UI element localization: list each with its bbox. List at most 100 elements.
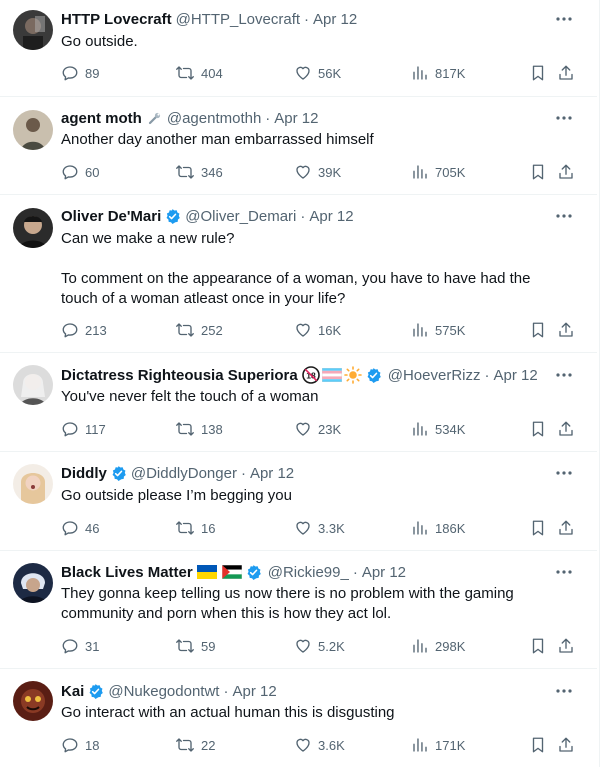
tweet[interactable]: agent moth @agentmothh · Apr 12 Another … (0, 97, 597, 195)
tweet-date[interactable]: Apr 12 (313, 11, 357, 28)
views-button[interactable]: 817K (411, 64, 465, 82)
share-button[interactable] (557, 637, 581, 655)
repost-button[interactable]: 252 (175, 321, 223, 339)
repost-button[interactable]: 59 (175, 637, 215, 655)
user-handle[interactable]: @DiddlyDonger (131, 465, 237, 482)
display-name[interactable]: Black Lives Matter (61, 564, 193, 581)
bookmark-button[interactable] (529, 519, 553, 537)
views-button[interactable]: 575K (411, 321, 465, 339)
bookmark-button[interactable] (529, 321, 553, 339)
share-button[interactable] (557, 420, 581, 438)
display-name[interactable]: HTTP Lovecraft (61, 11, 172, 28)
repost-count: 59 (201, 638, 216, 654)
avatar[interactable] (13, 464, 53, 504)
more-options-icon[interactable] (553, 681, 575, 701)
reply-button[interactable]: 18 (61, 736, 99, 754)
repost-button[interactable]: 404 (175, 64, 223, 82)
display-name[interactable]: Dictatress Righteousia Superiora (61, 367, 298, 384)
reply-count: 60 (85, 164, 100, 180)
avatar[interactable] (13, 563, 53, 603)
share-button[interactable] (557, 64, 581, 82)
display-name[interactable]: Oliver De'Mari (61, 208, 161, 225)
user-handle[interactable]: @Oliver_Demari (185, 208, 296, 225)
tweet-date[interactable]: Apr 12 (309, 208, 353, 225)
user-handle[interactable]: @Rickie99_ (268, 564, 349, 581)
tweet-date[interactable]: Apr 12 (362, 564, 406, 581)
bar-chart-icon (413, 323, 427, 337)
bookmark-button[interactable] (529, 420, 553, 438)
share-button[interactable] (557, 519, 581, 537)
like-button[interactable]: 3.3K (294, 519, 345, 537)
repost-count: 404 (201, 65, 223, 81)
share-arrow-icon (559, 65, 573, 80)
heart-icon (296, 165, 310, 179)
tweet-date[interactable]: Apr 12 (232, 683, 276, 700)
reply-button[interactable]: 46 (61, 519, 99, 537)
more-options-icon[interactable] (553, 562, 575, 582)
views-button[interactable]: 534K (411, 420, 465, 438)
tweet[interactable]: Oliver De'Mari @Oliver_Demari · Apr 12 C… (0, 195, 597, 353)
separator-dot: · (240, 464, 246, 482)
like-button[interactable]: 23K (294, 420, 341, 438)
tweet[interactable]: Black Lives Matter @Rickie99_ · Apr 12 T… (0, 551, 597, 669)
reply-button[interactable]: 117 (61, 420, 106, 438)
repost-button[interactable]: 138 (175, 420, 223, 438)
like-button[interactable]: 3.6K (294, 736, 345, 754)
separator-dot: · (484, 366, 490, 384)
more-options-icon[interactable] (553, 9, 575, 29)
bookmark-button[interactable] (529, 163, 553, 181)
tweet-actions: 117 138 23K 534K (61, 420, 577, 440)
tweet[interactable]: Kai @Nukegodontwt · Apr 12 Go interact w… (0, 669, 597, 767)
reply-button[interactable]: 213 (61, 321, 107, 339)
like-button[interactable]: 5.2K (294, 637, 345, 655)
more-options-icon[interactable] (553, 365, 575, 385)
more-options-icon[interactable] (553, 463, 575, 483)
bookmark-button[interactable] (529, 736, 553, 754)
reply-button[interactable]: 89 (61, 64, 99, 82)
repost-arrows-icon (176, 422, 194, 436)
share-button[interactable] (557, 163, 581, 181)
repost-button[interactable]: 22 (175, 736, 215, 754)
views-count: 534K (435, 421, 466, 437)
user-handle[interactable]: @HTTP_Lovecraft (176, 11, 300, 28)
share-button[interactable] (557, 736, 581, 754)
like-button[interactable]: 39K (294, 163, 341, 181)
tweet[interactable]: Diddly @DiddlyDonger · Apr 12 Go outside… (0, 452, 597, 551)
bookmark-button[interactable] (529, 637, 553, 655)
views-button[interactable]: 171K (411, 736, 465, 754)
tweet[interactable]: HTTP Lovecraft @HTTP_Lovecraft · Apr 12 … (0, 0, 597, 97)
tweet-date[interactable]: Apr 12 (274, 110, 318, 127)
bookmark-button[interactable] (529, 64, 553, 82)
like-count: 56K (318, 65, 342, 81)
more-options-icon[interactable] (553, 206, 575, 226)
heart-icon (296, 738, 310, 752)
avatar[interactable] (13, 365, 53, 405)
views-button[interactable]: 186K (411, 519, 465, 537)
display-name[interactable]: Diddly (61, 465, 107, 482)
share-button[interactable] (557, 321, 581, 339)
tweet-date[interactable]: Apr 12 (493, 367, 537, 384)
like-button[interactable]: 56K (294, 64, 341, 82)
avatar[interactable] (13, 110, 53, 150)
reply-button[interactable]: 31 (61, 637, 99, 655)
like-button[interactable]: 16K (294, 321, 341, 339)
profile-emoji-badges: 18 (301, 366, 362, 384)
more-options-icon[interactable] (553, 108, 575, 128)
avatar[interactable] (13, 681, 53, 721)
reply-button[interactable]: 60 (61, 163, 99, 181)
user-handle[interactable]: @Nukegodontwt (108, 683, 219, 700)
avatar[interactable] (13, 208, 53, 248)
user-handle[interactable]: @agentmothh (167, 110, 261, 127)
tweet-actions: 31 59 5.2K 298K (61, 637, 577, 657)
display-name[interactable]: agent moth (61, 110, 142, 127)
avatar[interactable] (13, 10, 53, 50)
tweet[interactable]: Dictatress Righteousia Superiora 18 @Hoe… (0, 353, 597, 452)
repost-button[interactable]: 346 (175, 163, 223, 181)
tweet-date[interactable]: Apr 12 (250, 465, 294, 482)
views-button[interactable]: 705K (411, 163, 465, 181)
views-button[interactable]: 298K (411, 637, 465, 655)
heart-icon (296, 521, 310, 535)
user-handle[interactable]: @HoeverRizz (388, 367, 481, 384)
repost-button[interactable]: 16 (175, 519, 215, 537)
display-name[interactable]: Kai (61, 683, 84, 700)
